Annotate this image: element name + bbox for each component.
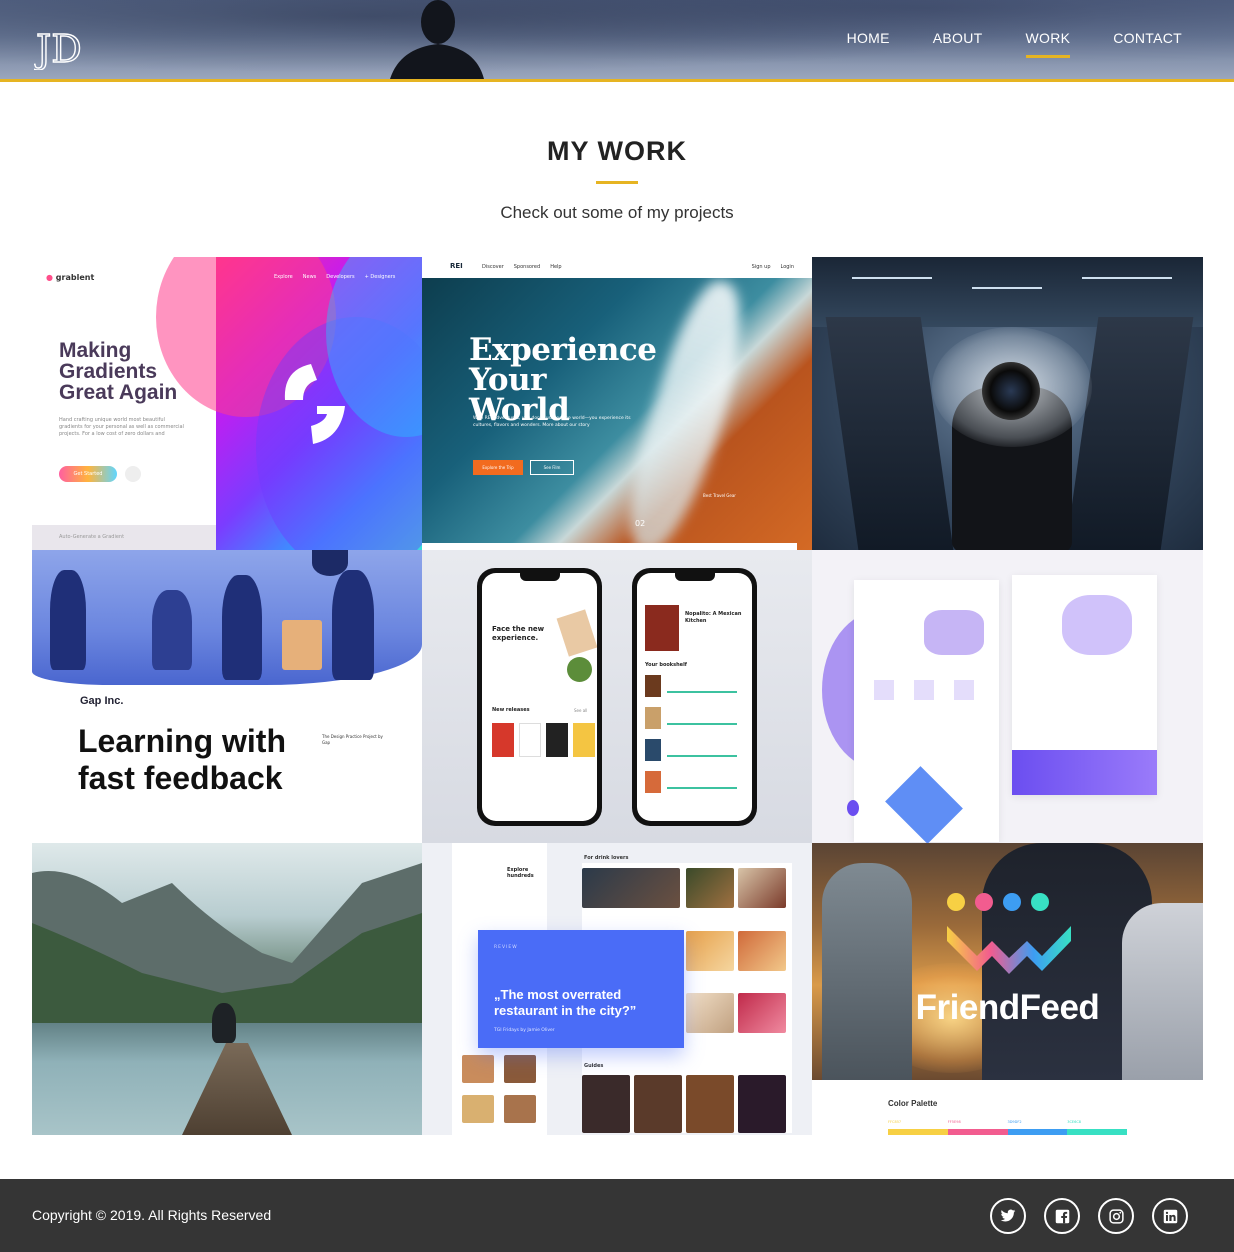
friendfeed-logo-mark-icon <box>947 926 1071 974</box>
site-footer: Copyright © 2019. All Rights Reserved <box>0 1179 1234 1252</box>
rei-logo: REI <box>450 262 463 270</box>
project-tile-grablent[interactable]: ● grablent Making Gradients Great Again … <box>32 257 422 550</box>
linkedin-icon <box>1163 1209 1177 1223</box>
linkedin-link[interactable] <box>1152 1198 1188 1234</box>
gap-headline: Learning with fast feedback <box>78 723 286 796</box>
grablent-footer: Auto-Generate a Gradient <box>32 525 216 550</box>
rei-nav-right: Sign up Login <box>751 264 794 270</box>
nav-work[interactable]: WORK <box>1025 30 1071 60</box>
rei-nav: Discover Sponsored Help <box>482 264 562 270</box>
phone-mockup-2: Nopalito: A Mexican Kitchen Your bookshe… <box>632 568 757 826</box>
svg-text:JD: JD <box>34 27 82 70</box>
gap-note: The Design Practice Project by Gap <box>322 734 383 745</box>
rei-counter: 02 <box>635 519 646 528</box>
wooden-dock <box>182 1043 292 1135</box>
grablent-g-mark-icon <box>284 364 345 444</box>
app-new-releases: New releases <box>492 707 530 713</box>
camera-lens-icon <box>982 362 1040 420</box>
escalator-left <box>825 317 954 550</box>
person-silhouette <box>390 0 484 79</box>
project-tile-photographer[interactable] <box>812 257 1203 550</box>
review-quote: „The most overrated restaurant in the ci… <box>494 987 637 1018</box>
gap-brand: Gap Inc. <box>80 695 124 707</box>
grablent-get-started-button[interactable]: Get Started <box>59 466 117 482</box>
friendfeed-wordmark: FriendFeed <box>915 988 1100 1027</box>
project-tile-restaurant[interactable]: Explore hundreds For drink lovers Guides… <box>422 843 812 1135</box>
project-tile-gap[interactable]: Gap Inc. Learning with fast feedback The… <box>32 550 422 843</box>
section-subtitle: Check out some of my projects <box>500 203 734 222</box>
grablent-brand: ● grablent <box>46 273 95 282</box>
color-palette-title: Color Palette <box>888 1099 938 1108</box>
rei-body: With REI Adventures, you don't just see … <box>473 416 631 428</box>
app-screen2-title: Nopalito: A Mexican Kitchen <box>685 611 742 624</box>
guides-heading: Guides <box>584 1063 604 1069</box>
nav-about[interactable]: ABOUT <box>933 30 983 60</box>
facebook-icon <box>1055 1209 1069 1223</box>
palette-labels: FFC857 FF5E98 3D9DF2 3CE6C8 <box>888 1120 1082 1124</box>
landing-page-mock-2 <box>1012 575 1157 795</box>
mountain-range <box>32 863 422 1023</box>
section-title: MY WORK <box>547 136 687 166</box>
rei-topbar: REI Discover Sponsored Help Sign up Login <box>422 257 812 278</box>
twitter-link[interactable] <box>990 1198 1026 1234</box>
project-tile-friendfeed[interactable]: FriendFeed Color Palette FFC857 FF5E98 3… <box>812 843 1203 1135</box>
grablent-body: Hand crafting unique world most beautifu… <box>59 417 184 437</box>
twitter-icon <box>1000 1209 1016 1222</box>
project-grid: ● grablent Making Gradients Great Again … <box>32 257 1203 1135</box>
nav-home[interactable]: HOME <box>847 30 890 60</box>
project-tile-landing-illustration[interactable] <box>812 550 1203 843</box>
social-links <box>990 1198 1188 1234</box>
project-tile-rei[interactable]: REI Discover Sponsored Help Sign up Login E… <box>422 257 812 550</box>
project-tile-book-app[interactable]: Face the new experience. New releases Se… <box>422 550 812 843</box>
instagram-link[interactable] <box>1098 1198 1134 1234</box>
main-nav: HOME ABOUT WORK CONTACT <box>847 30 1182 60</box>
app-screen1-title: Face the new experience. <box>492 625 545 642</box>
review-card[interactable]: REVIEW „The most overrated restaurant in… <box>478 930 684 1048</box>
rei-bottom-strip <box>422 543 797 550</box>
project-tile-lake[interactable] <box>32 843 422 1135</box>
jd-logo[interactable]: JD <box>34 24 96 70</box>
app-see-all[interactable]: See all <box>574 708 587 713</box>
person-sitting <box>212 1003 236 1043</box>
rei-explore-button[interactable]: Explore the Trip <box>473 460 523 475</box>
nav-contact[interactable]: CONTACT <box>1113 30 1182 60</box>
phone-mockup-1: Face the new experience. New releases Se… <box>477 568 602 826</box>
title-underline <box>596 181 638 184</box>
friendfeed-dots <box>947 893 1049 911</box>
explore-heading: Explore hundreds <box>507 867 534 879</box>
drinks-heading: For drink lovers <box>584 855 629 861</box>
instagram-icon <box>1108 1208 1124 1224</box>
landing-page-mock-1 <box>854 580 999 843</box>
grablent-nav: Explore News Developers + Designers <box>274 274 396 280</box>
book-cover <box>492 723 514 757</box>
app-bookshelf: Your bookshelf <box>645 662 687 668</box>
review-author: TGI Fridays by Jamie Oliver <box>494 1028 555 1033</box>
review-tag: REVIEW <box>494 945 518 950</box>
rei-headline: Experience Your World <box>469 332 657 428</box>
palette-swatches <box>888 1129 1127 1135</box>
gap-illustration <box>32 550 422 685</box>
copyright-text: Copyright © 2019. All Rights Reserved <box>32 1207 272 1223</box>
facebook-link[interactable] <box>1044 1198 1080 1234</box>
play-icon[interactable] <box>125 466 141 482</box>
escalator-right <box>1065 317 1194 550</box>
rei-side-title: Best Travel Gear <box>703 493 736 498</box>
rei-film-button[interactable]: See Film <box>530 460 574 475</box>
site-header: JD HOME ABOUT WORK CONTACT <box>0 0 1234 82</box>
